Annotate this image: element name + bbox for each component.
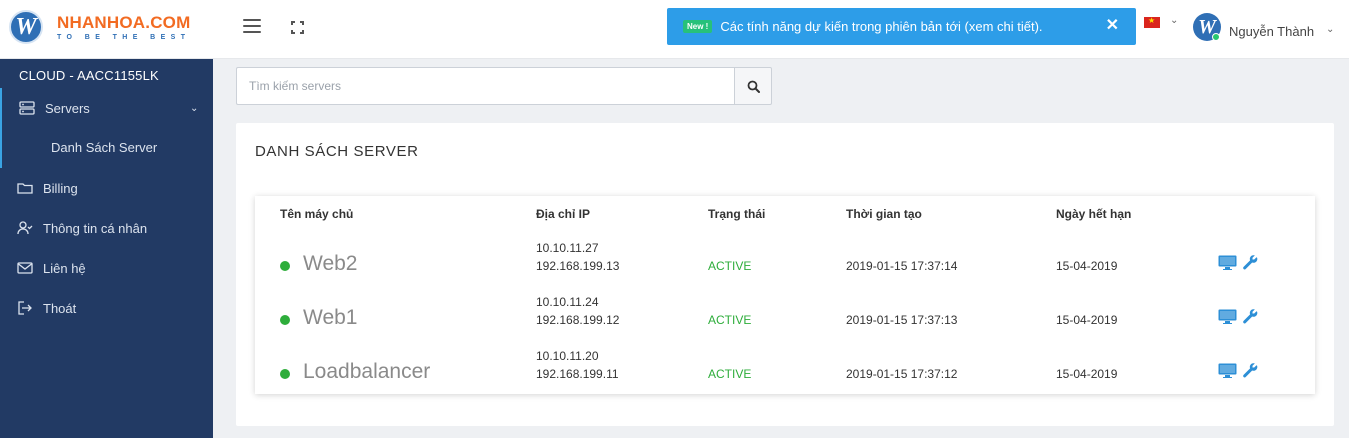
vietnam-flag-icon[interactable] xyxy=(1144,16,1160,28)
status-dot xyxy=(280,315,290,325)
sidebar-item-label: Servers xyxy=(45,100,90,116)
server-name-link[interactable]: Web2 xyxy=(303,252,357,276)
wrench-icon[interactable] xyxy=(1242,254,1258,270)
server-table: Tên máy chủ Địa chỉ IP Trạng thái Thời g… xyxy=(255,196,1315,394)
status-dot xyxy=(280,261,290,271)
table-row: Loadbalancer 10.10.11.20 192.168.199.11 … xyxy=(255,349,1315,403)
sidebar-title: CLOUD - AACC1155LK xyxy=(19,68,159,83)
chevron-down-icon[interactable]: ⌄ xyxy=(1170,15,1178,26)
column-header-ip: Địa chỉ IP xyxy=(536,207,591,221)
logo-emblem: W xyxy=(9,10,43,44)
status-badge: ACTIVE xyxy=(708,367,752,381)
column-header-name: Tên máy chủ xyxy=(280,207,354,221)
online-status-dot xyxy=(1212,33,1220,41)
ip-public: 10.10.11.24 xyxy=(536,295,599,309)
notice-text[interactable]: Các tính năng dự kiến trong phiên bản tớ… xyxy=(720,19,1042,34)
server-search xyxy=(236,67,772,105)
folder-icon xyxy=(17,183,33,194)
console-monitor-icon[interactable] xyxy=(1218,255,1237,270)
created-time: 2019-01-15 17:37:12 xyxy=(846,367,958,381)
status-dot xyxy=(280,369,290,379)
console-monitor-icon[interactable] xyxy=(1218,363,1237,378)
sidebar-item-label: Billing xyxy=(43,180,78,196)
created-time: 2019-01-15 17:37:13 xyxy=(846,313,958,327)
fullscreen-icon[interactable] xyxy=(291,21,304,34)
sidebar-item-label: Thoát xyxy=(43,300,77,316)
sidebar-item-servers[interactable]: Servers ⌄ xyxy=(0,88,213,128)
sidebar: CLOUD - AACC1155LK Servers ⌄ Danh Sách S… xyxy=(0,59,213,438)
sidebar-item-billing[interactable]: Billing xyxy=(0,168,213,208)
ip-public: 10.10.11.27 xyxy=(536,241,599,255)
user-check-icon xyxy=(17,221,33,235)
release-notice[interactable]: New ! Các tính năng dự kiến trong phiên … xyxy=(667,8,1136,45)
expiry-date: 15-04-2019 xyxy=(1056,259,1118,273)
new-badge: New ! xyxy=(683,20,713,33)
expiry-date: 15-04-2019 xyxy=(1056,367,1118,381)
sidebar-item-profile[interactable]: Thông tin cá nhân xyxy=(0,208,213,248)
sidebar-item-contact[interactable]: Liên hệ xyxy=(0,248,213,288)
brand-logo[interactable]: W NHANHOA.COM TO BE THE BEST xyxy=(9,10,190,44)
logo-text: NHANHOA.COM TO BE THE BEST xyxy=(57,14,190,41)
created-time: 2019-01-15 17:37:14 xyxy=(846,259,958,273)
ip-private: 192.168.199.11 xyxy=(536,367,619,381)
table-row: Web1 10.10.11.24 192.168.199.12 ACTIVE 2… xyxy=(255,295,1315,349)
chevron-down-icon: ⌄ xyxy=(190,102,199,114)
sidebar-item-logout[interactable]: Thoát xyxy=(0,288,213,328)
logo-tagline: TO BE THE BEST xyxy=(57,33,191,41)
server-name-link[interactable]: Loadbalancer xyxy=(303,360,430,384)
server-name-link[interactable]: Web1 xyxy=(303,306,357,330)
server-list-card: DANH SÁCH SERVER Tên máy chủ Địa chỉ IP … xyxy=(236,123,1334,426)
logo-name: NHANHOA.COM xyxy=(57,12,191,32)
sidebar-item-server-list[interactable]: Danh Sách Server xyxy=(0,128,213,168)
chevron-down-icon[interactable]: ⌄ xyxy=(1326,24,1334,35)
console-monitor-icon[interactable] xyxy=(1218,309,1237,324)
ip-private: 192.168.199.13 xyxy=(536,259,620,273)
status-badge: ACTIVE xyxy=(708,259,752,273)
table-row: Web2 10.10.11.27 192.168.199.13 ACTIVE 2… xyxy=(255,241,1315,295)
wrench-icon[interactable] xyxy=(1242,308,1258,324)
server-icon xyxy=(19,101,35,115)
menu-toggle-icon[interactable] xyxy=(243,19,261,35)
close-icon[interactable]: ✕ xyxy=(1106,15,1119,35)
column-header-status: Trạng thái xyxy=(708,207,766,221)
search-icon xyxy=(747,80,760,93)
expiry-date: 15-04-2019 xyxy=(1056,313,1118,327)
top-header: W NHANHOA.COM TO BE THE BEST New ! Các t… xyxy=(0,0,1349,59)
sidebar-item-label: Danh Sách Server xyxy=(51,140,158,155)
sidebar-item-label: Thông tin cá nhân xyxy=(43,220,148,236)
sign-out-icon xyxy=(18,301,32,315)
wrench-icon[interactable] xyxy=(1242,362,1258,378)
user-name[interactable]: Nguyễn Thành xyxy=(1229,24,1314,39)
search-button[interactable] xyxy=(734,67,772,105)
column-header-expires: Ngày hết hạn xyxy=(1056,207,1132,221)
sidebar-item-label: Liên hệ xyxy=(43,260,86,276)
ip-public: 10.10.11.20 xyxy=(536,349,599,363)
status-badge: ACTIVE xyxy=(708,313,752,327)
search-input[interactable] xyxy=(236,67,734,105)
envelope-icon xyxy=(17,262,33,274)
ip-private: 192.168.199.12 xyxy=(536,313,620,327)
card-title: DANH SÁCH SERVER xyxy=(255,143,419,160)
column-header-created: Thời gian tạo xyxy=(846,207,922,221)
